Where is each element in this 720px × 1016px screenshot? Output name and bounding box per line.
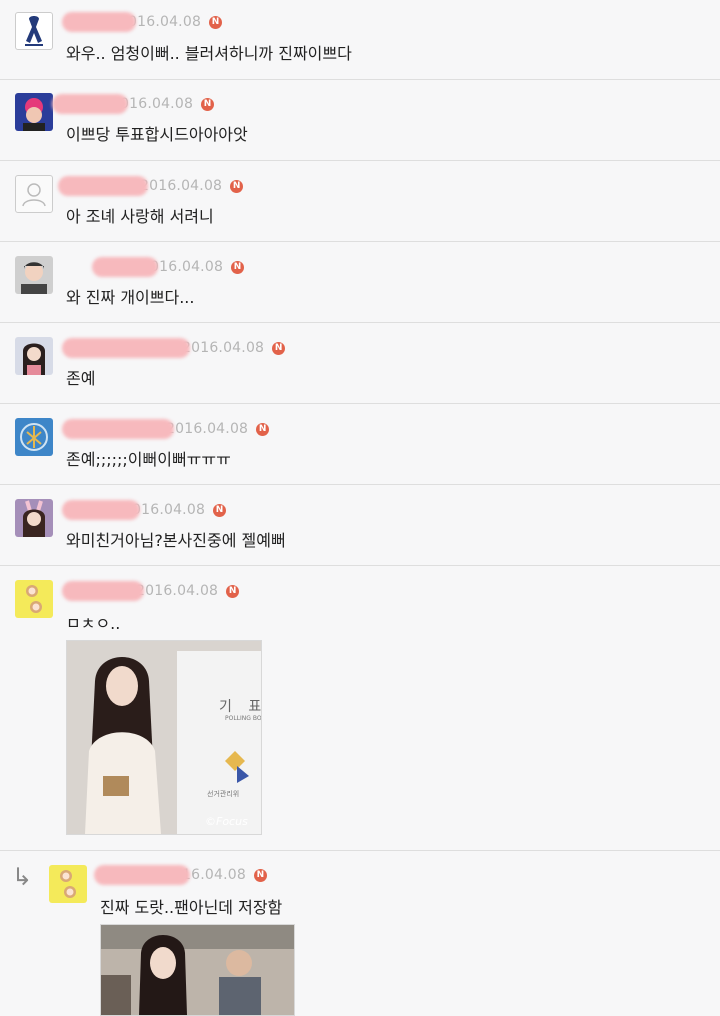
- new-badge: N: [209, 15, 223, 29]
- comment-date: 2016.04.08: [166, 421, 249, 437]
- comment-date: 2016.04.08: [182, 340, 265, 356]
- sign-main-text: 기 표: [219, 699, 261, 715]
- comment-item: 016.04.08 N 와우.. 엄청이뻐.. 블러셔하니까 진짜이쁘다: [0, 0, 720, 80]
- comment-meta: 2016.04.08 N: [62, 418, 270, 440]
- comment-text: 이쁘당 투표합시드아아아앗: [66, 125, 248, 144]
- comment-item: 2016.04.08 N 존예;;;;;;이뻐이뻐ㅠㅠㅠ: [0, 404, 720, 485]
- avatar[interactable]: [49, 865, 87, 903]
- default-avatar-icon[interactable]: [15, 175, 53, 213]
- comment-meta: 016.04.08 N: [62, 499, 227, 521]
- redacted-username: [62, 419, 174, 439]
- comment-text: 와우.. 엄청이뻐.. 블러셔하니까 진짜이쁘다: [66, 44, 352, 63]
- comment-text: 존예: [66, 369, 96, 388]
- comment-item: 2016.04.08 N 아 조녜 사랑해 서려니: [0, 161, 720, 242]
- comment-text: ㅁㅊㅇ..: [66, 614, 121, 633]
- avatar[interactable]: [15, 256, 53, 294]
- redacted-username: [62, 581, 144, 601]
- new-badge: N: [256, 422, 270, 436]
- comment-meta: 2016.04.08 N: [62, 337, 286, 359]
- attached-photo[interactable]: [100, 924, 295, 1016]
- comment-item: 016.04.08 N 와미친거아님?본사진중에 젤예뻐: [0, 485, 720, 566]
- comment-item: 2016.04.08 N 존예: [0, 323, 720, 404]
- comment-date: 016.04.08: [132, 502, 206, 518]
- attached-photo[interactable]: 기 표 POLLING BO 선거관리위 ©Focus: [66, 640, 262, 835]
- new-badge: N: [201, 97, 215, 111]
- redacted-username: [62, 338, 190, 358]
- reply-comment-item: ↳ 16.04.08 N 진짜 도랏..팬아닌데 저장함: [0, 851, 720, 1016]
- new-badge: N: [231, 260, 245, 274]
- comment-date: 016.04.08: [128, 14, 202, 30]
- redacted-username: [62, 500, 140, 520]
- new-badge: N: [253, 868, 267, 882]
- comment-date: 2016.04.08: [136, 583, 219, 599]
- comment-meta: 016.04.08 N: [52, 93, 215, 115]
- redacted-username: [58, 176, 148, 196]
- comment-meta: 2016.04.08 N: [58, 175, 244, 197]
- new-badge: N: [226, 584, 240, 598]
- avatar[interactable]: [15, 93, 53, 131]
- new-badge: N: [213, 503, 227, 517]
- comment-text: 존예;;;;;;이뻐이뻐ㅠㅠㅠ: [66, 450, 231, 469]
- comment-meta: 16.04.08 N: [94, 864, 267, 886]
- avatar[interactable]: [15, 12, 53, 50]
- comment-date: 2016.04.08: [140, 178, 223, 194]
- comment-text: 아 조녜 사랑해 서려니: [66, 207, 214, 226]
- comment-meta: 016.04.08 N: [92, 256, 245, 278]
- comment-meta: 016.04.08 N: [62, 11, 223, 33]
- sign-sub-text: POLLING BO: [225, 715, 262, 722]
- avatar[interactable]: [15, 418, 53, 456]
- comment-date: 016.04.08: [150, 259, 224, 275]
- comment-meta: 2016.04.08 N: [62, 580, 240, 602]
- comment-item: 2016.04.08 N ㅁㅊㅇ.. 기 표 POLLING BO 선거관리위 …: [0, 566, 720, 851]
- comment-item: 016.04.08 N 이쁘당 투표합시드아아아앗: [0, 80, 720, 161]
- reply-arrow-icon: ↳: [12, 863, 33, 891]
- redacted-username: [62, 12, 136, 32]
- avatar[interactable]: [15, 580, 53, 618]
- comment-date: 016.04.08: [120, 96, 194, 112]
- sign-org-text: 선거관리위: [207, 790, 240, 798]
- new-badge: N: [230, 179, 244, 193]
- avatar[interactable]: [15, 499, 53, 537]
- comment-text: 와 진짜 개이쁘다...: [66, 288, 195, 307]
- new-badge: N: [272, 341, 286, 355]
- comment-text: 진짜 도랏..팬아닌데 저장함: [100, 898, 283, 917]
- avatar[interactable]: [15, 337, 53, 375]
- redacted-username: [92, 257, 158, 277]
- redacted-username: [94, 865, 190, 885]
- comment-text: 와미친거아님?본사진중에 젤예뻐: [66, 531, 286, 550]
- redacted-username: [52, 94, 128, 114]
- photo-watermark: ©Focus: [205, 815, 248, 828]
- comment-date: 16.04.08: [182, 867, 246, 883]
- comment-item: 016.04.08 N 와 진짜 개이쁘다...: [0, 242, 720, 323]
